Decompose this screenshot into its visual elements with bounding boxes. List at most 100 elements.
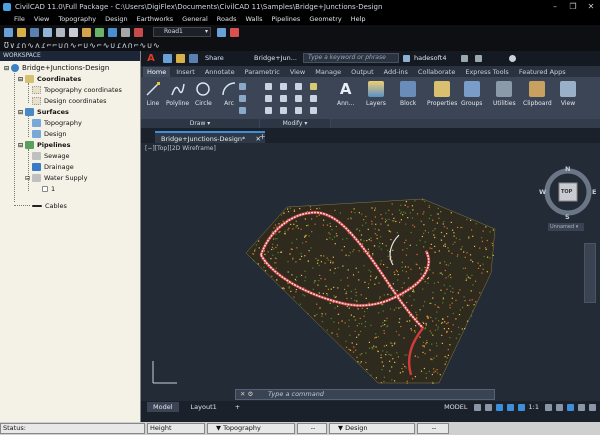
tab-addins[interactable]: Add-ins [384,68,408,76]
trim-icon[interactable] [295,83,302,90]
layers-button[interactable]: Layers [366,81,386,107]
tree-item-pipelines[interactable]: ⊟ Pipelines [18,141,70,149]
collapse-icon[interactable]: ⊟ [18,109,23,116]
rotate-icon[interactable] [280,83,287,90]
menu-geometry[interactable]: Geometry [309,15,341,23]
globe-icon[interactable] [108,27,117,37]
command-input[interactable]: ✕ ⚙ Type a command [235,389,495,400]
rectangle-icon[interactable] [239,83,246,90]
menu-pipelines[interactable]: Pipelines [271,15,300,23]
menu-view[interactable]: View [34,15,49,23]
road-tools-icons[interactable]: Ʊ∨ɾ∩∿ʌɾ⌐⌐∪∩∿⌐∪∿⌐∿∪ɾʌ∩⌐∿∪∿ [4,41,161,50]
drawing-canvas[interactable] [141,143,600,401]
cart-icon[interactable] [461,55,468,62]
new-file-icon[interactable] [4,27,13,37]
tree-item-coordinates[interactable]: ⊟ Coordinates [18,75,81,83]
grid-icon[interactable] [473,403,481,411]
tree-item-topography-coordinates[interactable]: Topography coordinates [32,86,122,94]
save-icon[interactable] [30,27,39,37]
array-icon[interactable] [295,107,302,114]
tab-express-tools[interactable]: Express Tools [465,68,508,76]
open-folder-icon[interactable] [17,27,26,37]
arc-button[interactable]: Arc [221,81,237,107]
viewcube-top-label[interactable]: TOP [561,189,572,195]
osnap-icon[interactable] [517,403,525,411]
tree-item-cables[interactable]: Cables [32,202,67,210]
share-button[interactable]: Share [205,54,224,62]
settings-icon[interactable] [121,27,130,37]
tab-manage[interactable]: Manage [315,68,341,76]
add-icon[interactable] [556,403,563,411]
stretch-icon[interactable] [265,107,272,114]
drawing-viewport[interactable]: [−][Top][2D Wireframe] N S E W TOP Unnam… [141,143,600,401]
view-button[interactable]: View [560,81,576,107]
ortho-icon[interactable] [495,403,503,411]
tree-root[interactable]: ⊟ Bridge+Junctions-Design [4,64,109,72]
copy-icon[interactable] [69,27,78,37]
layers-icon[interactable] [95,27,104,37]
stop-icon[interactable] [230,27,239,37]
tab-parametric[interactable]: Parametric [245,68,280,76]
move-icon[interactable] [265,83,272,90]
fullscreen-icon[interactable] [578,403,585,411]
offset-icon[interactable] [310,107,317,114]
tab-layout1[interactable]: Layout1 [185,402,223,412]
new-file-icon[interactable] [163,54,172,63]
road-icon[interactable] [134,27,143,37]
cut-icon[interactable] [56,27,65,37]
tree-item-sewage[interactable]: Sewage [32,152,70,160]
tree-item-design-coordinates[interactable]: Design coordinates [32,97,107,105]
collapse-icon[interactable]: ⊟ [4,65,9,72]
modify-panel-label[interactable]: Modify ▾ [260,119,330,128]
settings-icon[interactable] [545,403,552,411]
gradient-icon[interactable] [239,107,246,114]
fillet-icon[interactable] [295,95,302,102]
save-icon[interactable] [189,54,198,63]
snap-icon[interactable] [484,403,492,411]
explode-icon[interactable] [310,95,317,102]
exchange-icon[interactable] [475,55,482,62]
open-folder-icon[interactable] [176,54,185,63]
tree-item-surfaces[interactable]: ⊟ Surfaces [18,108,69,116]
model-space-toggle[interactable]: MODEL [444,403,467,411]
copy-icon[interactable] [265,95,272,102]
command-close-icon[interactable]: ✕ ⚙ [240,390,253,399]
annotation-button[interactable]: A Ann... [337,81,354,107]
properties-button[interactable]: Properties [427,81,457,107]
tab-output[interactable]: Output [351,68,374,76]
menu-earthworks[interactable]: Earthworks [137,15,174,23]
erase-icon[interactable] [310,83,317,90]
polyline-button[interactable]: Polyline [166,81,189,107]
scale-icon[interactable] [280,107,287,114]
menu-roads[interactable]: Roads [217,15,237,23]
clipboard-button[interactable]: Clipboard [523,81,552,107]
maximize-button[interactable]: ❐ [564,0,582,13]
close-button[interactable]: ✕ [582,0,600,13]
tab-view[interactable]: View [290,68,305,76]
navigation-bar[interactable] [584,243,596,303]
compass-west[interactable]: W [539,188,546,196]
new-tab-button[interactable]: + [259,132,266,141]
hatch-icon[interactable] [239,95,246,102]
minimize-button[interactable]: – [546,0,564,13]
circle-button[interactable]: Circle [195,81,212,107]
customize-icon[interactable] [589,403,596,411]
menu-help[interactable]: Help [351,15,366,23]
road-tools-toolbar[interactable]: Ʊ∨ɾ∩∿ʌɾ⌐⌐∪∩∿⌐∪∿⌐∿∪ɾʌ∩⌐∿∪∿ [0,39,600,51]
menu-file[interactable]: File [14,15,25,23]
road-select[interactable]: Road1 ▾ [153,27,211,37]
menu-design[interactable]: Design [105,15,127,23]
tab-collaborate[interactable]: Collaborate [418,68,455,76]
utilities-button[interactable]: Utilities [493,81,516,107]
tab-annotate[interactable]: Annotate [205,68,235,76]
groups-button[interactable]: Groups [461,81,482,107]
collapse-icon[interactable]: ⊟ [25,175,30,182]
tab-home[interactable]: Home [143,66,171,77]
document-tab[interactable]: Bridge+Junctions-Design* ✕ [155,131,265,143]
tab-insert[interactable]: Insert [176,68,195,76]
help-icon[interactable] [509,55,516,62]
line-button[interactable]: Line [145,81,161,107]
app-logo[interactable]: A [145,53,157,65]
mirror-icon[interactable] [280,95,287,102]
isolate-icon[interactable] [567,403,574,411]
